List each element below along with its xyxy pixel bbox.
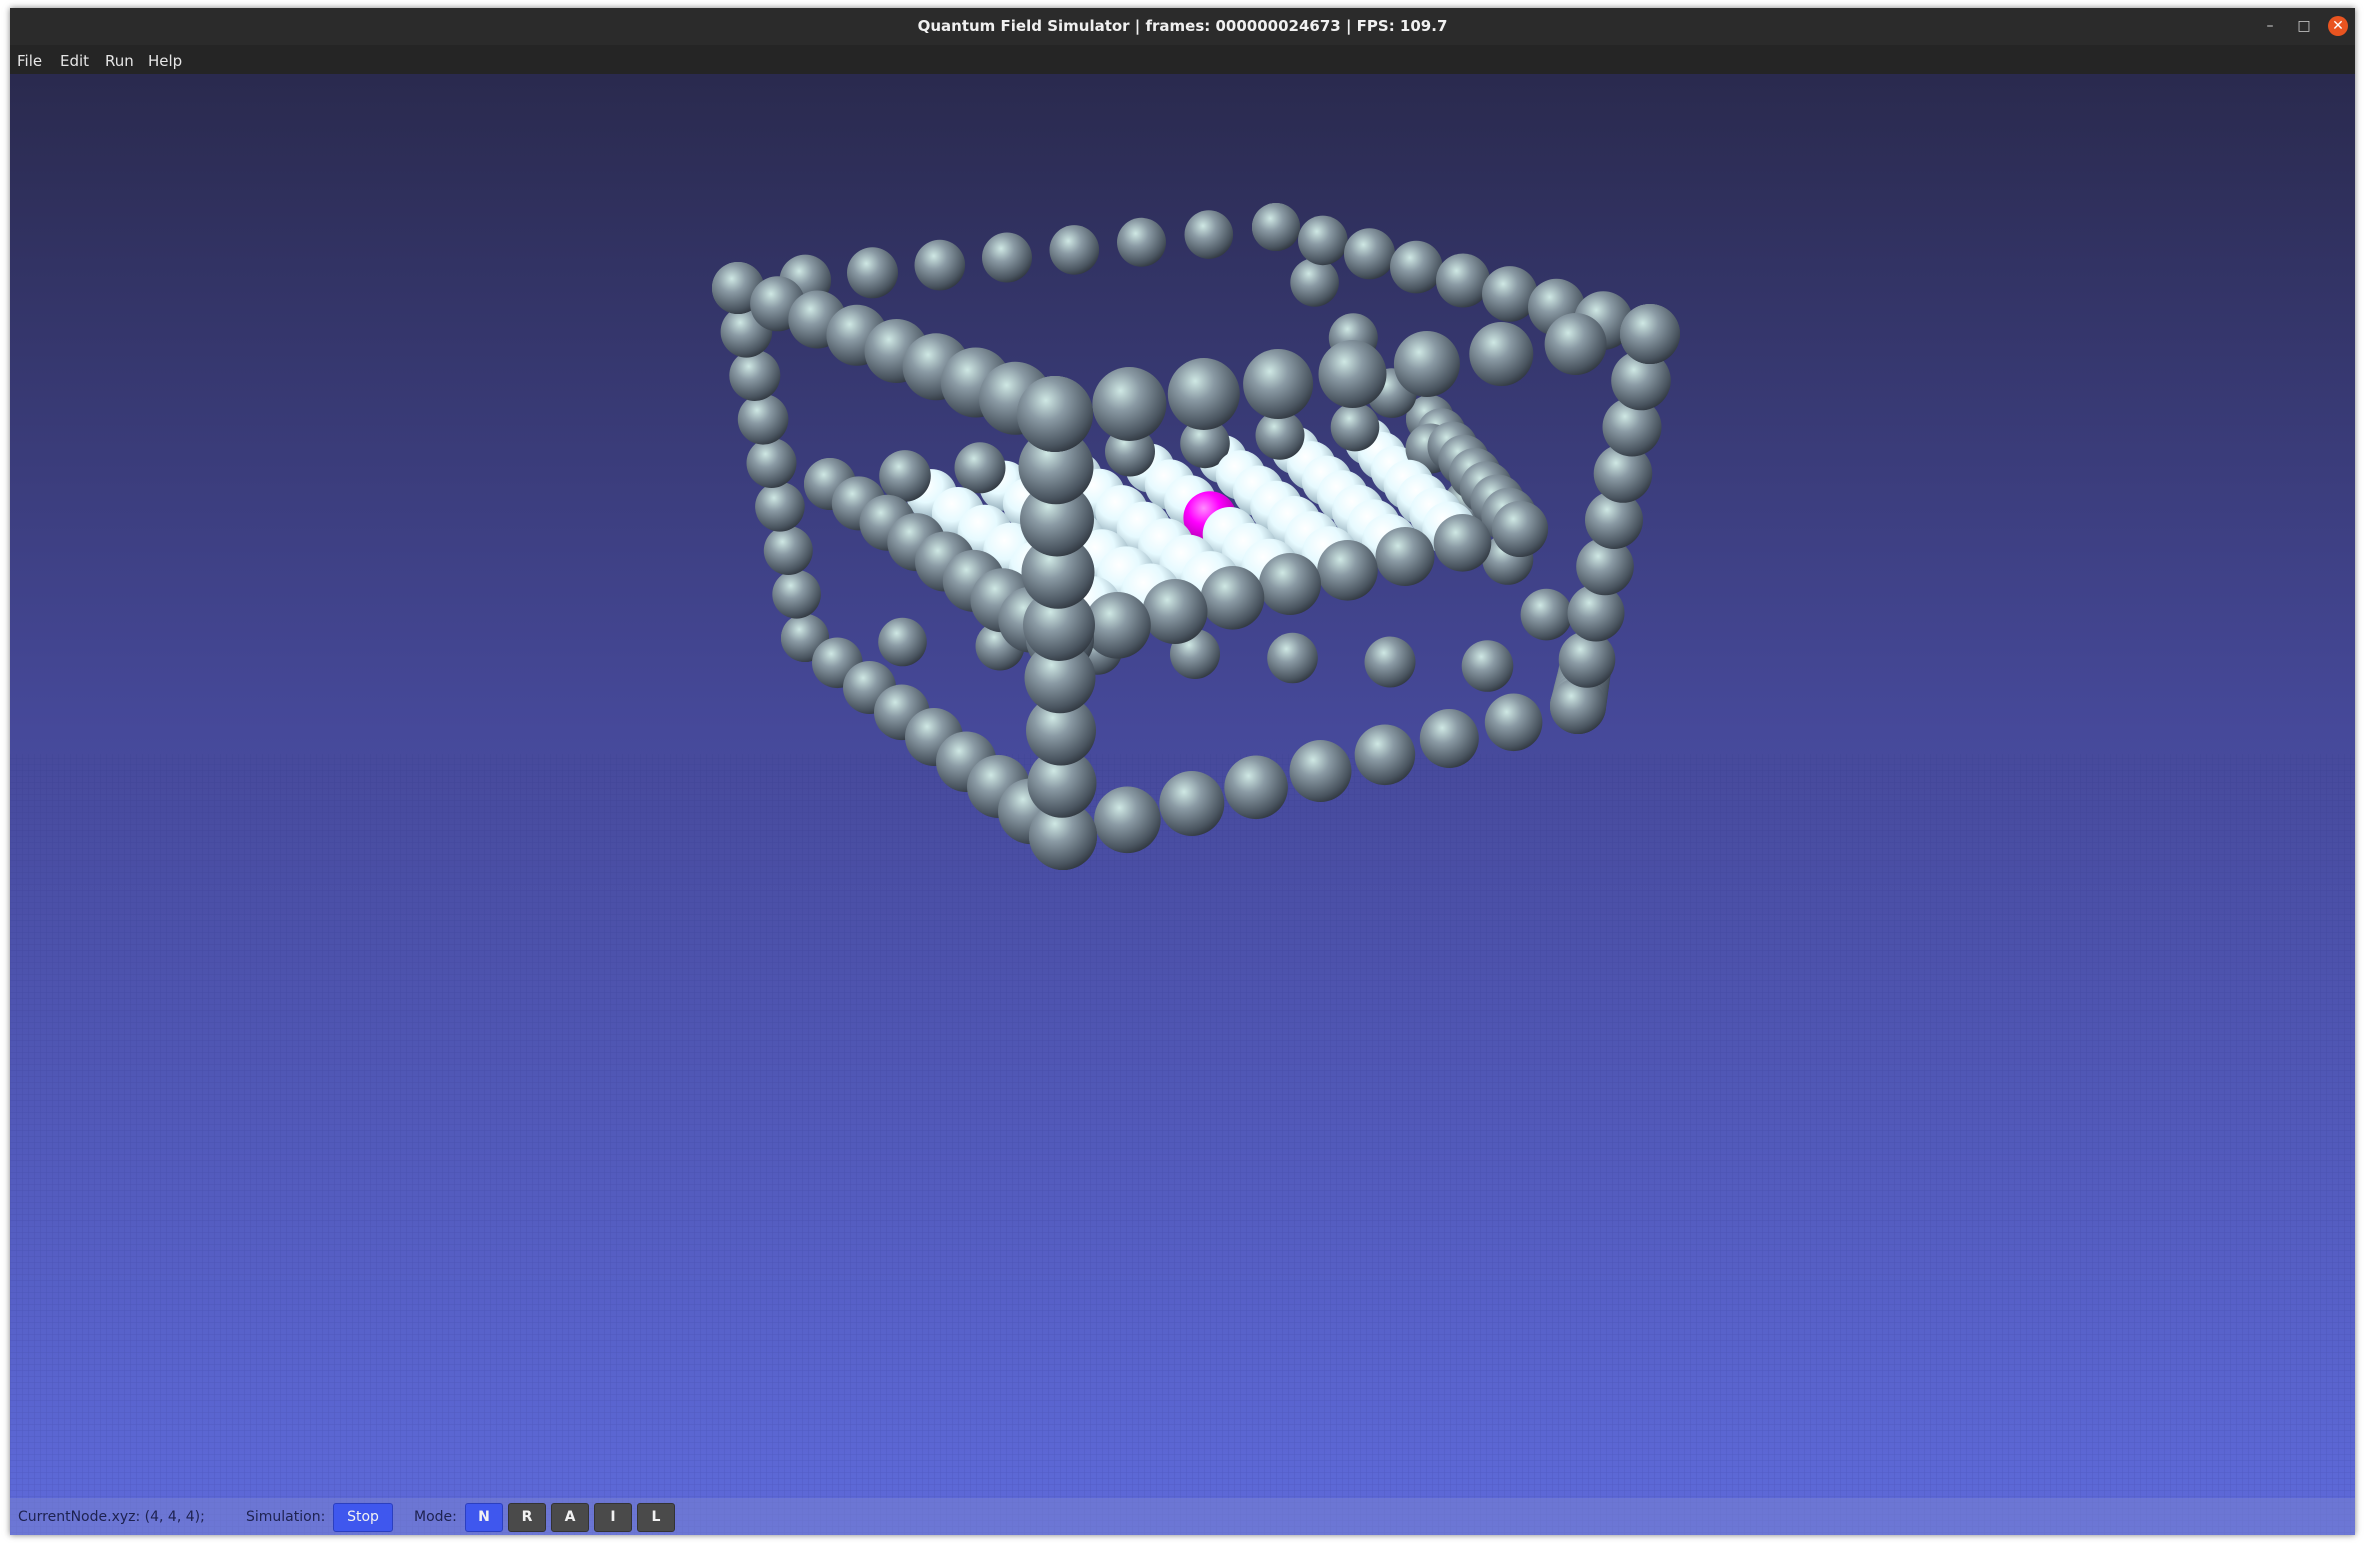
minimize-button[interactable]: – <box>2260 16 2280 36</box>
floor-grid <box>10 754 2355 1535</box>
edge-sphere[interactable] <box>954 442 1006 494</box>
edge-sphere[interactable] <box>1433 514 1492 572</box>
edge-sphere[interactable] <box>1049 225 1100 275</box>
stop-simulation-button[interactable]: Stop <box>333 1503 393 1532</box>
edge-sphere[interactable] <box>1436 253 1490 308</box>
edge-sphere[interactable] <box>1094 786 1161 854</box>
edge-sphere[interactable] <box>1492 501 1548 557</box>
lattice-scene[interactable] <box>10 74 2355 1535</box>
edge-sphere[interactable] <box>1290 258 1339 307</box>
mode-r-button[interactable]: R <box>508 1503 546 1532</box>
edge-sphere[interactable] <box>1520 588 1573 641</box>
edge-sphere[interactable] <box>1092 367 1167 441</box>
edge-sphere[interactable] <box>737 394 789 445</box>
edge-sphere[interactable] <box>1289 740 1352 802</box>
status-bar: CurrentNode.xyz: (4, 4, 4); Simulation: … <box>10 1498 2355 1535</box>
edge-sphere[interactable] <box>1243 349 1314 419</box>
edge-sphere[interactable] <box>1259 553 1321 615</box>
edge-sphere[interactable] <box>1184 210 1234 259</box>
edge-sphere[interactable] <box>1393 331 1460 397</box>
edge-sphere[interactable] <box>1344 228 1395 280</box>
edge-sphere[interactable] <box>1550 678 1606 734</box>
edge-sphere[interactable] <box>1298 215 1348 266</box>
edge-sphere[interactable] <box>1375 527 1435 586</box>
edge-sphere[interactable] <box>1159 771 1225 836</box>
menu-run[interactable]: Run <box>105 52 134 70</box>
edge-sphere[interactable] <box>1620 304 1680 364</box>
edge-sphere[interactable] <box>1461 640 1514 692</box>
edge-sphere[interactable] <box>1200 566 1265 630</box>
edge-sphere[interactable] <box>755 482 805 532</box>
edge-sphere[interactable] <box>914 239 966 291</box>
mode-label: Mode: <box>414 1509 457 1525</box>
edge-sphere[interactable] <box>878 617 927 667</box>
edge-sphere[interactable] <box>1317 540 1378 601</box>
close-button[interactable]: ✕ <box>2328 16 2348 36</box>
current-node-readout: CurrentNode.xyz: (4, 4, 4); <box>18 1509 205 1525</box>
edge-sphere[interactable] <box>1117 217 1166 267</box>
title-bar[interactable]: Quantum Field Simulator | frames: 000000… <box>10 8 2355 45</box>
edge-sphere[interactable] <box>1354 724 1416 786</box>
edge-sphere[interactable] <box>729 350 781 401</box>
edge-sphere[interactable] <box>746 438 797 488</box>
edge-sphere[interactable] <box>1390 240 1443 294</box>
edge-sphere[interactable] <box>1167 358 1240 430</box>
edge-sphere[interactable] <box>763 526 813 575</box>
edge-sphere[interactable] <box>1419 709 1479 768</box>
edge-sphere[interactable] <box>1330 402 1380 452</box>
mode-l-button[interactable]: L <box>637 1503 675 1532</box>
maximize-button[interactable]: □ <box>2294 16 2314 36</box>
edge-sphere[interactable] <box>772 570 821 619</box>
menu-bar: File Edit Run Help <box>10 45 2355 75</box>
menu-help[interactable]: Help <box>148 52 182 70</box>
edge-sphere[interactable] <box>1469 322 1534 386</box>
edge-sphere[interactable] <box>1142 579 1208 644</box>
edge-sphere[interactable] <box>1224 755 1288 820</box>
mode-n-button[interactable]: N <box>465 1503 503 1532</box>
edge-sphere[interactable] <box>1017 376 1093 452</box>
edge-sphere[interactable] <box>982 232 1032 283</box>
edge-sphere[interactable] <box>1364 636 1416 688</box>
edge-sphere[interactable] <box>1252 203 1300 251</box>
edge-sphere[interactable] <box>1484 693 1543 752</box>
simulation-label: Simulation: <box>246 1509 326 1525</box>
edge-sphere[interactable] <box>1544 313 1607 375</box>
mode-i-button[interactable]: I <box>594 1503 632 1532</box>
edge-sphere[interactable] <box>879 450 931 502</box>
app-window: Quantum Field Simulator | frames: 000000… <box>10 8 2355 1535</box>
menu-edit[interactable]: Edit <box>60 52 89 70</box>
edge-sphere[interactable] <box>1318 340 1387 408</box>
edge-sphere[interactable] <box>847 247 898 299</box>
3d-viewport[interactable]: CurrentNode.xyz: (4, 4, 4); Simulation: … <box>10 74 2355 1535</box>
mode-a-button[interactable]: A <box>551 1503 589 1532</box>
menu-file[interactable]: File <box>17 52 42 70</box>
window-title: Quantum Field Simulator | frames: 000000… <box>917 17 1448 35</box>
edge-sphere[interactable] <box>1267 632 1318 684</box>
